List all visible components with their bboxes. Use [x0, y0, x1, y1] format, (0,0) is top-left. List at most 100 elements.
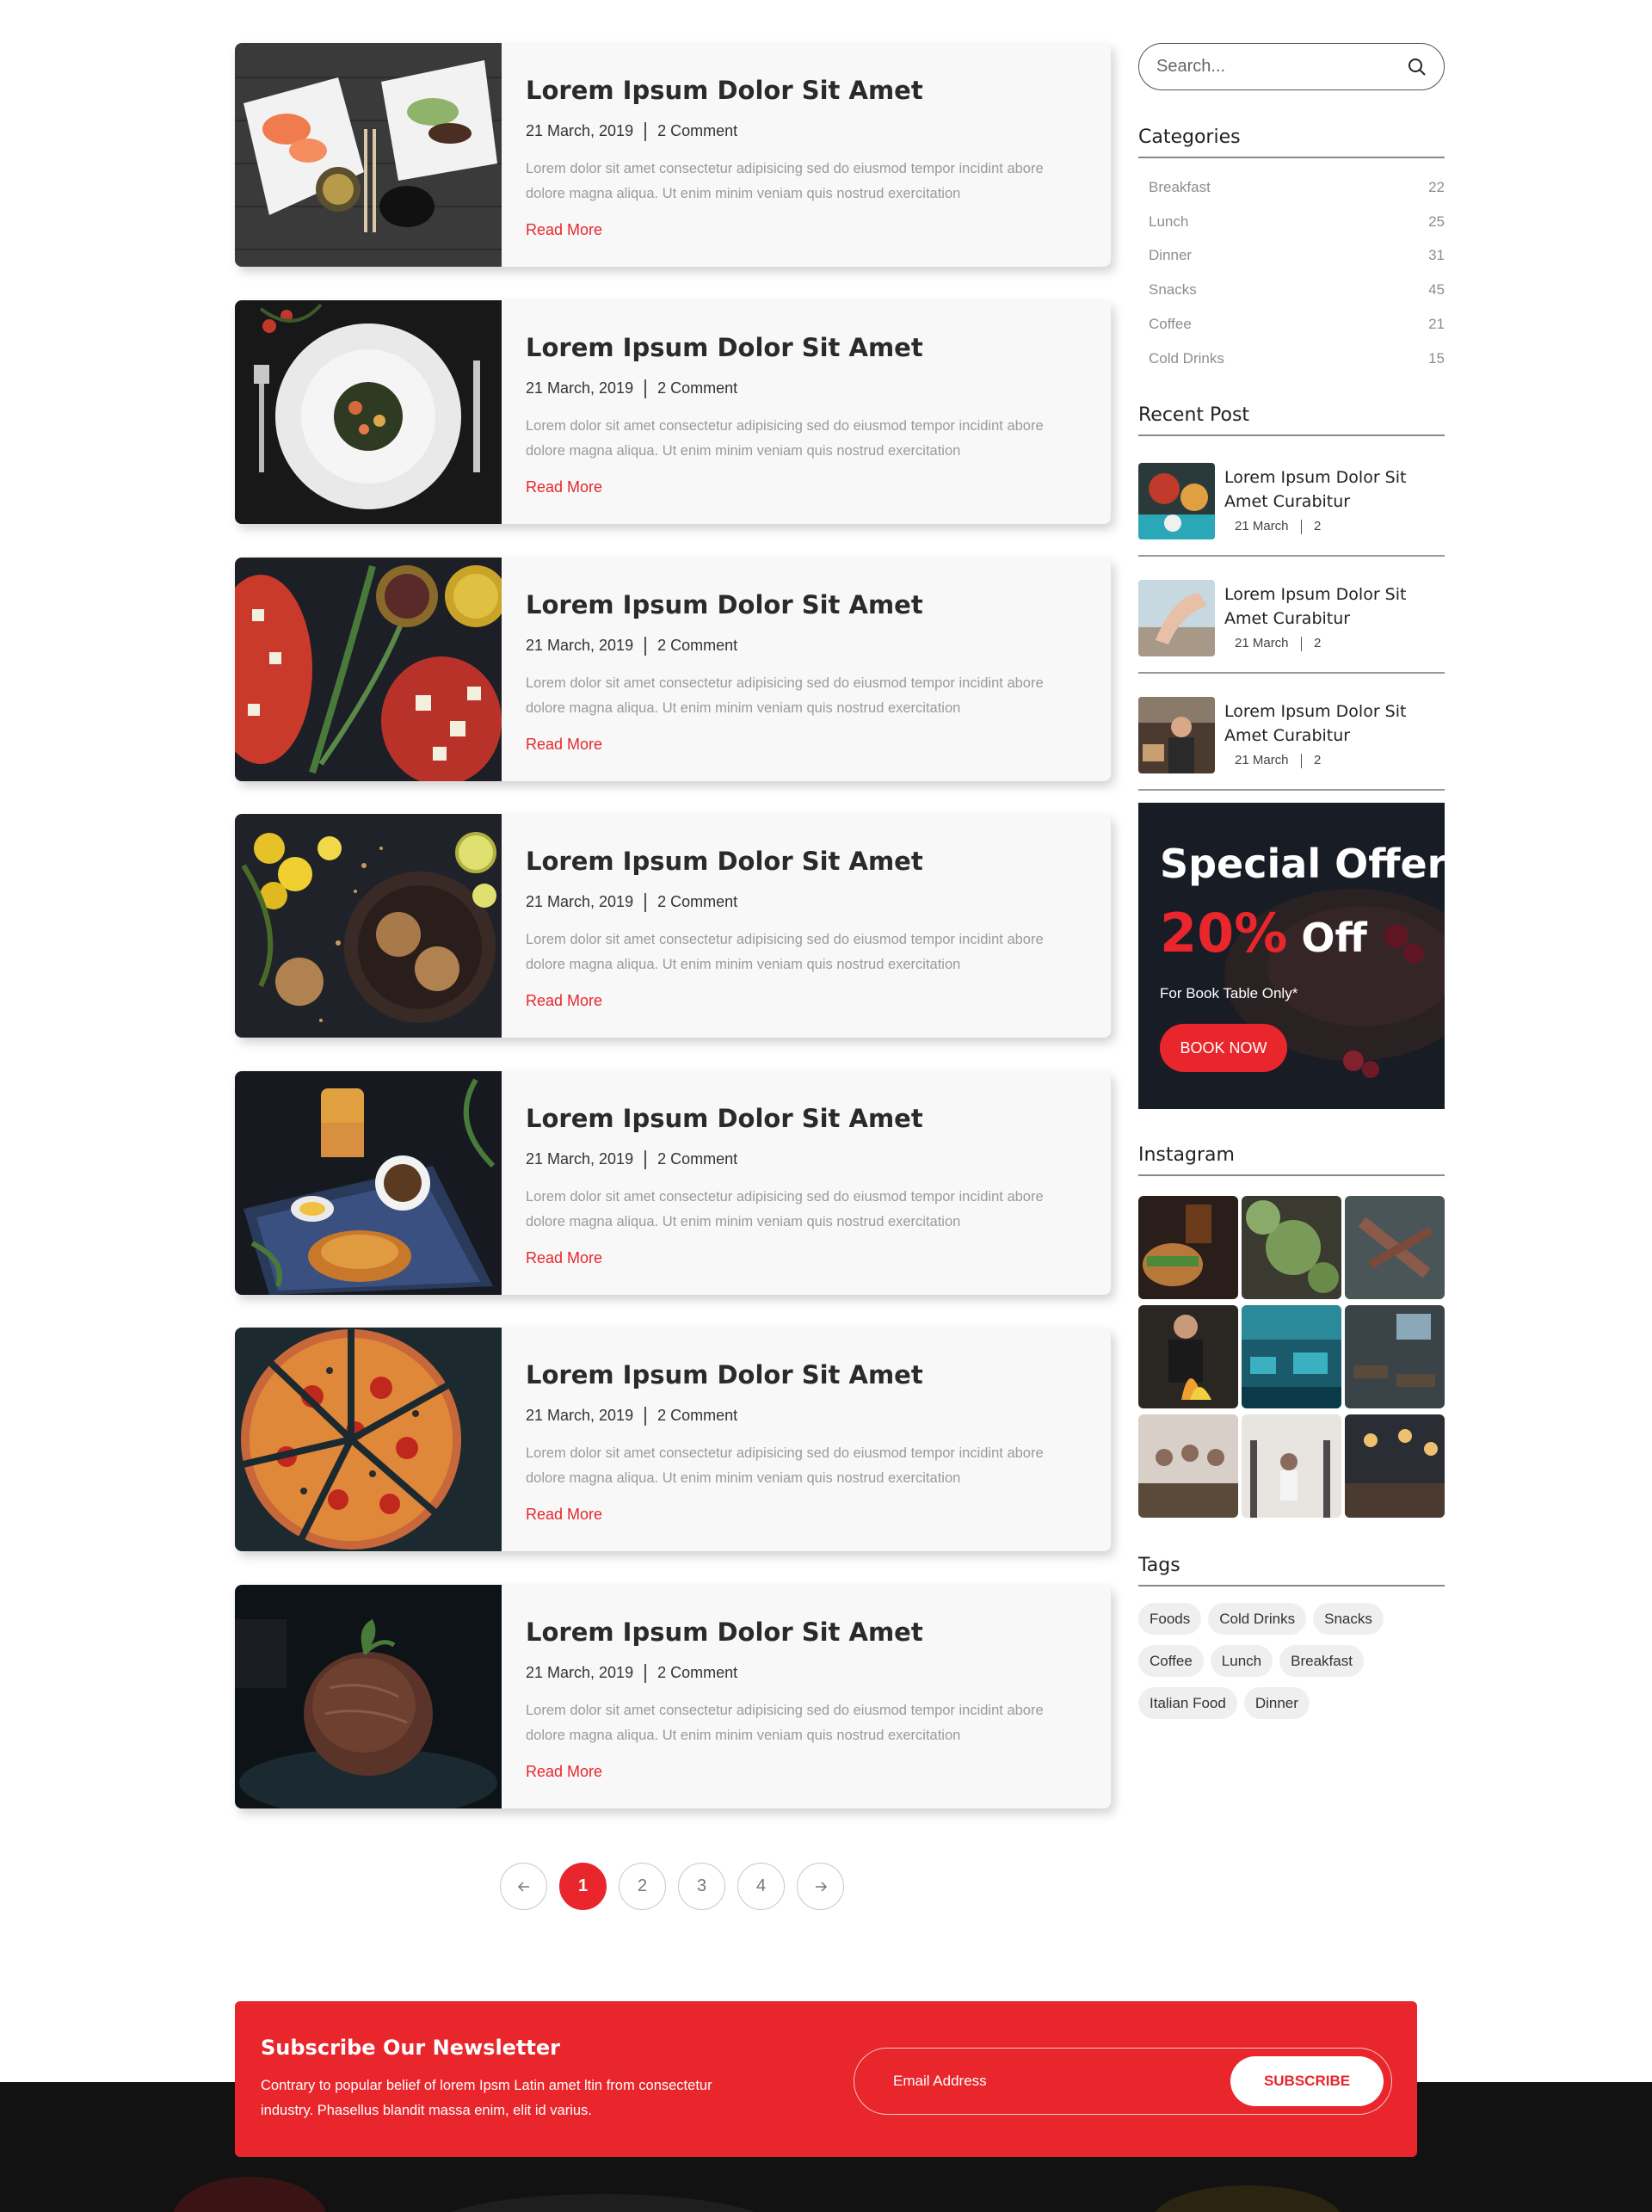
recent-post-meta: 21 March 2 — [1235, 753, 1321, 768]
email-field[interactable] — [893, 2049, 1220, 2113]
post-thumbnail[interactable] — [235, 558, 502, 781]
post-card: Lorem Ipsum Dolor Sit Amet 21 March, 201… — [235, 1071, 1111, 1295]
category-count: 21 — [1428, 316, 1445, 332]
page-button-3[interactable]: 3 — [678, 1863, 725, 1910]
instagram-photo[interactable] — [1138, 1414, 1238, 1518]
post-card: Lorem Ipsum Dolor Sit Amet 21 March, 201… — [235, 300, 1111, 524]
page-button-2[interactable]: 2 — [619, 1863, 666, 1910]
meta-divider — [1300, 636, 1303, 651]
post-date: 21 March, 2019 — [526, 1407, 634, 1424]
recent-post-thumbnail[interactable] — [1138, 463, 1215, 539]
newsletter-form: SUBSCRIBE — [854, 2048, 1392, 2115]
post-comments[interactable]: 2 Comment — [657, 1150, 737, 1168]
post-excerpt: Lorem dolor sit amet consectetur adipisi… — [526, 1703, 1044, 1743]
post-excerpt: Lorem dolor sit amet consectetur adipisi… — [526, 1189, 1044, 1229]
search-icon[interactable] — [1408, 58, 1427, 77]
page-button-4[interactable]: 4 — [737, 1863, 785, 1910]
post-card: Lorem Ipsum Dolor Sit Amet 21 March, 201… — [235, 558, 1111, 781]
categories-heading: Categories — [1138, 126, 1445, 158]
recent-post-item[interactable]: Lorem Ipsum Dolor Sit Amet Curabitur 21 … — [1138, 453, 1445, 557]
post-meta: 21 March, 2019 2 Comment — [526, 1664, 737, 1684]
offer-percent: 20% — [1160, 902, 1288, 964]
instagram-photo[interactable] — [1345, 1196, 1445, 1299]
newsletter-text: Contrary to popular belief of lorem Ipsm… — [261, 2078, 712, 2118]
post-comments[interactable]: 2 Comment — [657, 1664, 737, 1681]
next-page-button[interactable] — [797, 1863, 844, 1910]
recent-post-thumbnail[interactable] — [1138, 580, 1215, 656]
recent-post-title[interactable]: Lorem Ipsum Dolor Sit Amet Curabitur — [1224, 465, 1439, 514]
recent-post-thumbnail[interactable] — [1138, 697, 1215, 773]
instagram-photo[interactable] — [1138, 1305, 1238, 1408]
read-more-link[interactable]: Read More — [526, 736, 602, 754]
tags-heading: Tags — [1138, 1555, 1445, 1587]
post-title[interactable]: Lorem Ipsum Dolor Sit Amet — [526, 590, 923, 619]
tag-item[interactable]: Breakfast — [1279, 1645, 1364, 1677]
post-title[interactable]: Lorem Ipsum Dolor Sit Amet — [526, 847, 923, 876]
offer-off: Off — [1301, 915, 1367, 961]
post-date: 21 March, 2019 — [526, 893, 634, 910]
newsletter-title: Subscribe Our Newsletter — [261, 2036, 560, 2060]
post-comments[interactable]: 2 Comment — [657, 637, 737, 654]
page-button-1[interactable]: 1 — [559, 1863, 607, 1910]
tag-item[interactable]: Foods — [1138, 1603, 1202, 1635]
tag-item[interactable]: Italian Food — [1138, 1687, 1237, 1719]
instagram-photo[interactable] — [1345, 1414, 1445, 1518]
read-more-link[interactable]: Read More — [526, 1249, 602, 1267]
read-more-link[interactable]: Read More — [526, 1763, 602, 1781]
post-thumbnail[interactable] — [235, 1328, 502, 1551]
tag-item[interactable]: Cold Drinks — [1208, 1603, 1307, 1635]
category-item[interactable]: Snacks 45 — [1149, 281, 1445, 299]
post-title[interactable]: Lorem Ipsum Dolor Sit Amet — [526, 1617, 923, 1647]
post-comments[interactable]: 2 Comment — [657, 893, 737, 910]
post-thumbnail[interactable] — [235, 1585, 502, 1808]
meta-divider — [644, 379, 647, 399]
recent-post-item[interactable]: Lorem Ipsum Dolor Sit Amet Curabitur 21 … — [1138, 687, 1445, 791]
post-meta: 21 March, 2019 2 Comment — [526, 1407, 737, 1426]
instagram-photo[interactable] — [1138, 1196, 1238, 1299]
post-title[interactable]: Lorem Ipsum Dolor Sit Amet — [526, 1104, 923, 1133]
recent-post-date: 21 March — [1235, 753, 1289, 767]
read-more-link[interactable]: Read More — [526, 1506, 602, 1524]
category-item[interactable]: Cold Drinks 15 — [1149, 350, 1445, 367]
recent-post-meta: 21 March 2 — [1235, 636, 1321, 651]
category-count: 15 — [1428, 350, 1445, 367]
meta-divider — [644, 1664, 647, 1684]
recent-post-item[interactable]: Lorem Ipsum Dolor Sit Amet Curabitur 21 … — [1138, 570, 1445, 674]
instagram-photo[interactable] — [1242, 1305, 1341, 1408]
post-thumbnail[interactable] — [235, 300, 502, 524]
post-thumbnail[interactable] — [235, 814, 502, 1038]
category-item[interactable]: Coffee 21 — [1149, 316, 1445, 333]
category-item[interactable]: Breakfast 22 — [1149, 179, 1445, 196]
tag-item[interactable]: Coffee — [1138, 1645, 1204, 1677]
post-date: 21 March, 2019 — [526, 379, 634, 397]
prev-page-button[interactable] — [500, 1863, 547, 1910]
instagram-photo[interactable] — [1345, 1305, 1445, 1408]
post-comments[interactable]: 2 Comment — [657, 379, 737, 397]
tag-item[interactable]: Dinner — [1243, 1687, 1310, 1719]
book-now-button[interactable]: BOOK NOW — [1160, 1024, 1287, 1072]
search-input[interactable] — [1156, 57, 1408, 77]
post-title[interactable]: Lorem Ipsum Dolor Sit Amet — [526, 333, 923, 362]
meta-divider — [644, 1407, 647, 1426]
subscribe-button[interactable]: SUBSCRIBE — [1230, 2056, 1384, 2106]
post-comments[interactable]: 2 Comment — [657, 122, 737, 139]
post-title[interactable]: Lorem Ipsum Dolor Sit Amet — [526, 1360, 923, 1389]
post-title[interactable]: Lorem Ipsum Dolor Sit Amet — [526, 76, 923, 105]
post-thumbnail[interactable] — [235, 1071, 502, 1295]
tag-item[interactable]: Lunch — [1210, 1645, 1273, 1677]
read-more-link[interactable]: Read More — [526, 478, 602, 496]
post-comments[interactable]: 2 Comment — [657, 1407, 737, 1424]
read-more-link[interactable]: Read More — [526, 221, 602, 239]
recent-post-heading: Recent Post — [1138, 404, 1445, 436]
tag-item[interactable]: Snacks — [1313, 1603, 1384, 1635]
post-thumbnail[interactable] — [235, 43, 502, 267]
read-more-link[interactable]: Read More — [526, 992, 602, 1010]
recent-post-title[interactable]: Lorem Ipsum Dolor Sit Amet Curabitur — [1224, 699, 1439, 748]
post-card: Lorem Ipsum Dolor Sit Amet 21 March, 201… — [235, 1328, 1111, 1551]
instagram-photo[interactable] — [1242, 1414, 1341, 1518]
recent-post-title[interactable]: Lorem Ipsum Dolor Sit Amet Curabitur — [1224, 582, 1439, 631]
instagram-photo[interactable] — [1242, 1196, 1341, 1299]
search-box — [1138, 43, 1445, 90]
category-item[interactable]: Lunch 25 — [1149, 213, 1445, 231]
category-item[interactable]: Dinner 31 — [1149, 247, 1445, 264]
